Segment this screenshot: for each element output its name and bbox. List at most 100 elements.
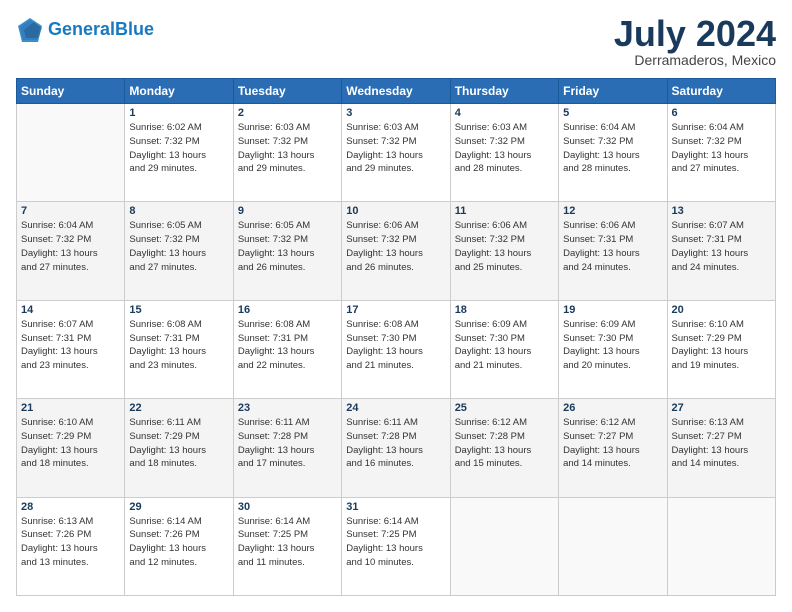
day-number: 5	[563, 107, 662, 119]
logo-line1: General	[48, 19, 115, 39]
table-row: 3 Sunrise: 6:03 AMSunset: 7:32 PMDaylight…	[342, 104, 450, 202]
col-tuesday: Tuesday	[233, 79, 341, 104]
week-row-4: 21 Sunrise: 6:10 AMSunset: 7:29 PMDayligh…	[17, 399, 776, 497]
col-sunday: Sunday	[17, 79, 125, 104]
logo-text: GeneralBlue	[48, 20, 154, 40]
table-row: 15Sunrise: 6:08 AMSunset: 7:31 PMDayligh…	[125, 300, 233, 398]
day-info: Sunrise: 6:12 AMSunset: 7:28 PMDaylight:…	[455, 416, 554, 471]
day-number: 7	[21, 205, 120, 217]
table-row: 2 Sunrise: 6:03 AMSunset: 7:32 PMDaylight…	[233, 104, 341, 202]
day-info: Sunrise: 6:09 AMSunset: 7:30 PMDaylight:…	[563, 318, 662, 373]
table-row: 27Sunrise: 6:13 AMSunset: 7:27 PMDayligh…	[667, 399, 775, 497]
table-row: 17 Sunrise: 6:08 AMSunset: 7:30 PMDayligh…	[342, 300, 450, 398]
table-row: 16 Sunrise: 6:08 AMSunset: 7:31 PMDayligh…	[233, 300, 341, 398]
table-row: 9 Sunrise: 6:05 AMSunset: 7:32 PMDaylight…	[233, 202, 341, 300]
day-number: 22	[129, 402, 228, 414]
day-info: Sunrise: 6:12 AMSunset: 7:27 PMDaylight:…	[563, 416, 662, 471]
day-number: 28	[21, 501, 120, 513]
day-number: 4	[455, 107, 554, 119]
day-number: 29	[129, 501, 228, 513]
table-row	[17, 104, 125, 202]
table-row: 12 Sunrise: 6:06 AMSunset: 7:31 PMDayligh…	[559, 202, 667, 300]
calendar: Sunday Monday Tuesday Wednesday Thursday…	[16, 78, 776, 596]
table-row: 21 Sunrise: 6:10 AMSunset: 7:29 PMDayligh…	[17, 399, 125, 497]
day-info: Sunrise: 6:06 AMSunset: 7:32 PMDaylight:…	[455, 219, 554, 274]
day-info: Sunrise: 6:14 AMSunset: 7:25 PMDaylight:…	[238, 515, 337, 570]
table-row: 7 Sunrise: 6:04 AMSunset: 7:32 PMDaylight…	[17, 202, 125, 300]
day-info: Sunrise: 6:05 AMSunset: 7:32 PMDaylight:…	[238, 219, 337, 274]
day-number: 18	[455, 304, 554, 316]
day-number: 31	[346, 501, 445, 513]
day-info: Sunrise: 6:02 AMSunset: 7:32 PMDaylight:…	[129, 121, 228, 176]
day-number: 20	[672, 304, 771, 316]
page: GeneralBlue July 2024 Derramaderos, Mexi…	[0, 0, 792, 612]
day-info: Sunrise: 6:03 AMSunset: 7:32 PMDaylight:…	[238, 121, 337, 176]
day-info: Sunrise: 6:03 AMSunset: 7:32 PMDaylight:…	[346, 121, 445, 176]
header: GeneralBlue July 2024 Derramaderos, Mexi…	[16, 16, 776, 68]
day-info: Sunrise: 6:11 AMSunset: 7:29 PMDaylight:…	[129, 416, 228, 471]
table-row: 18Sunrise: 6:09 AMSunset: 7:30 PMDayligh…	[450, 300, 558, 398]
table-row: 23 Sunrise: 6:11 AMSunset: 7:28 PMDayligh…	[233, 399, 341, 497]
day-number: 25	[455, 402, 554, 414]
table-row: 14 Sunrise: 6:07 AMSunset: 7:31 PMDayligh…	[17, 300, 125, 398]
week-row-5: 28 Sunrise: 6:13 AMSunset: 7:26 PMDayligh…	[17, 497, 776, 595]
day-info: Sunrise: 6:10 AMSunset: 7:29 PMDaylight:…	[21, 416, 120, 471]
month-title: July 2024	[614, 16, 776, 52]
day-number: 21	[21, 402, 120, 414]
day-number: 17	[346, 304, 445, 316]
table-row	[667, 497, 775, 595]
day-number: 14	[21, 304, 120, 316]
table-row: 28 Sunrise: 6:13 AMSunset: 7:26 PMDayligh…	[17, 497, 125, 595]
day-info: Sunrise: 6:04 AMSunset: 7:32 PMDaylight:…	[563, 121, 662, 176]
table-row: 24 Sunrise: 6:11 AMSunset: 7:28 PMDayligh…	[342, 399, 450, 497]
day-info: Sunrise: 6:07 AMSunset: 7:31 PMDaylight:…	[21, 318, 120, 373]
day-info: Sunrise: 6:06 AMSunset: 7:31 PMDaylight:…	[563, 219, 662, 274]
table-row	[559, 497, 667, 595]
day-number: 8	[129, 205, 228, 217]
table-row: 20Sunrise: 6:10 AMSunset: 7:29 PMDayligh…	[667, 300, 775, 398]
logo-icon	[16, 16, 44, 44]
day-number: 24	[346, 402, 445, 414]
table-row: 8 Sunrise: 6:05 AMSunset: 7:32 PMDaylight…	[125, 202, 233, 300]
day-number: 9	[238, 205, 337, 217]
subtitle: Derramaderos, Mexico	[614, 52, 776, 68]
day-number: 23	[238, 402, 337, 414]
week-row-1: 1 Sunrise: 6:02 AMSunset: 7:32 PMDaylight…	[17, 104, 776, 202]
table-row: 19Sunrise: 6:09 AMSunset: 7:30 PMDayligh…	[559, 300, 667, 398]
day-info: Sunrise: 6:13 AMSunset: 7:26 PMDaylight:…	[21, 515, 120, 570]
day-info: Sunrise: 6:11 AMSunset: 7:28 PMDaylight:…	[238, 416, 337, 471]
table-row: 26Sunrise: 6:12 AMSunset: 7:27 PMDayligh…	[559, 399, 667, 497]
day-info: Sunrise: 6:04 AMSunset: 7:32 PMDaylight:…	[21, 219, 120, 274]
day-number: 16	[238, 304, 337, 316]
table-row: 30 Sunrise: 6:14 AMSunset: 7:25 PMDayligh…	[233, 497, 341, 595]
day-number: 2	[238, 107, 337, 119]
day-number: 13	[672, 205, 771, 217]
table-row: 1 Sunrise: 6:02 AMSunset: 7:32 PMDaylight…	[125, 104, 233, 202]
table-row: 29Sunrise: 6:14 AMSunset: 7:26 PMDayligh…	[125, 497, 233, 595]
table-row: 4Sunrise: 6:03 AMSunset: 7:32 PMDaylight…	[450, 104, 558, 202]
day-number: 1	[129, 107, 228, 119]
day-number: 3	[346, 107, 445, 119]
day-info: Sunrise: 6:08 AMSunset: 7:31 PMDaylight:…	[238, 318, 337, 373]
week-row-3: 14 Sunrise: 6:07 AMSunset: 7:31 PMDayligh…	[17, 300, 776, 398]
day-number: 12	[563, 205, 662, 217]
day-number: 30	[238, 501, 337, 513]
table-row: 13 Sunrise: 6:07 AMSunset: 7:31 PMDayligh…	[667, 202, 775, 300]
day-number: 11	[455, 205, 554, 217]
table-row: 11 Sunrise: 6:06 AMSunset: 7:32 PMDayligh…	[450, 202, 558, 300]
logo: GeneralBlue	[16, 16, 154, 44]
day-info: Sunrise: 6:08 AMSunset: 7:30 PMDaylight:…	[346, 318, 445, 373]
day-number: 15	[129, 304, 228, 316]
day-info: Sunrise: 6:07 AMSunset: 7:31 PMDaylight:…	[672, 219, 771, 274]
table-row: 10 Sunrise: 6:06 AMSunset: 7:32 PMDayligh…	[342, 202, 450, 300]
title-area: July 2024 Derramaderos, Mexico	[614, 16, 776, 68]
day-info: Sunrise: 6:11 AMSunset: 7:28 PMDaylight:…	[346, 416, 445, 471]
table-row: 25 Sunrise: 6:12 AMSunset: 7:28 PMDayligh…	[450, 399, 558, 497]
day-number: 10	[346, 205, 445, 217]
day-info: Sunrise: 6:05 AMSunset: 7:32 PMDaylight:…	[129, 219, 228, 274]
day-info: Sunrise: 6:13 AMSunset: 7:27 PMDaylight:…	[672, 416, 771, 471]
col-friday: Friday	[559, 79, 667, 104]
day-info: Sunrise: 6:06 AMSunset: 7:32 PMDaylight:…	[346, 219, 445, 274]
col-thursday: Thursday	[450, 79, 558, 104]
logo-line2: Blue	[115, 19, 154, 39]
